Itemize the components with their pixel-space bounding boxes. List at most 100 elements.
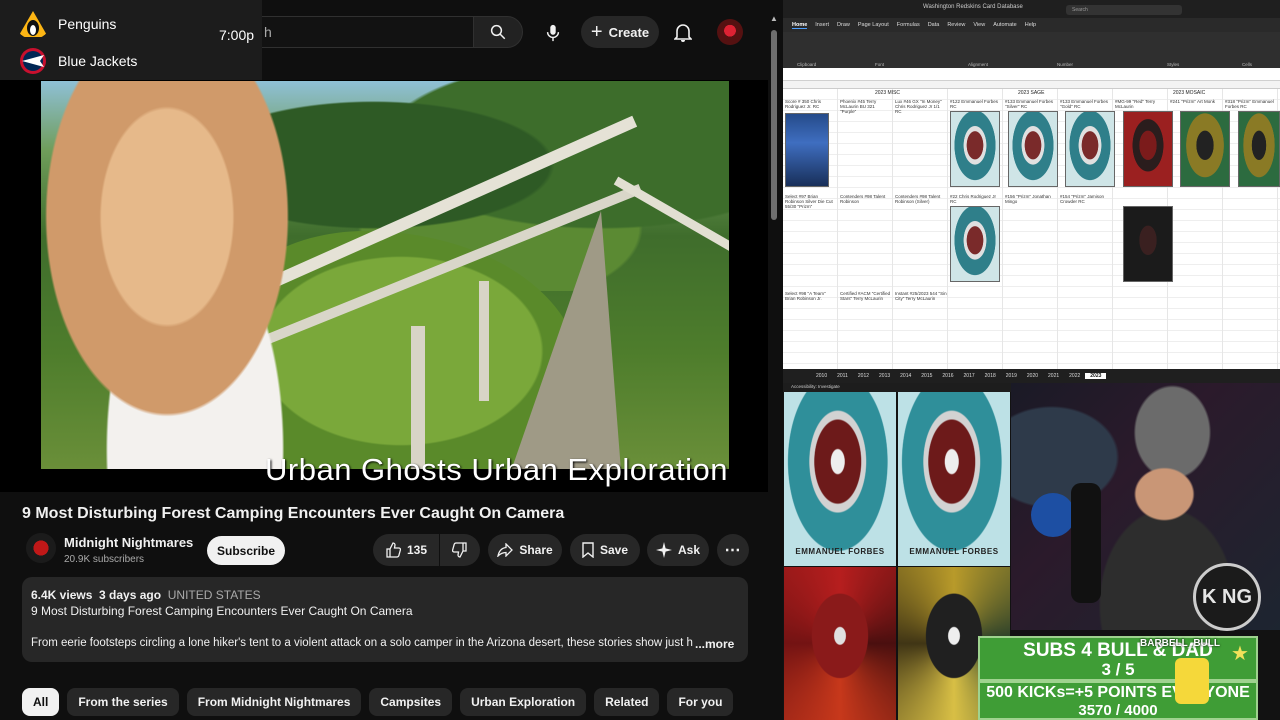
card-description-cell[interactable]: Contenders #98 Talent Robinson (Silver)	[895, 194, 947, 204]
search-input[interactable]: h	[255, 16, 473, 48]
account-avatar[interactable]	[717, 19, 743, 45]
card-description-cell[interactable]: Certified #ACM "Certified Stars" Terry M…	[840, 291, 892, 301]
sheet-tab[interactable]: 2023	[1085, 373, 1107, 379]
like-button[interactable]: 135	[373, 534, 439, 566]
stream-bar-label: Accessibility: Investigate	[791, 384, 840, 389]
card-description-cell[interactable]: #318 "Prizm" Emmanuel Forbes RC	[1225, 99, 1277, 109]
sheet-tab[interactable]: 2019	[1001, 373, 1022, 379]
sheet-tab[interactable]: 2011	[832, 373, 853, 379]
ask-label: Ask	[677, 543, 700, 557]
sheet-tabs: 2010 2011 2012 2013 2014 2015 2016 2017 2018 2019…	[783, 369, 1280, 383]
description-box[interactable]: 6.4K views 3 days ago UNITED STATES 9 Mo…	[22, 577, 748, 662]
ribbon-tab[interactable]: Insert	[815, 22, 829, 28]
card-image[interactable]	[950, 111, 1000, 187]
ribbon-tab[interactable]: Automate	[993, 22, 1017, 28]
sheet-tab[interactable]: 2010	[811, 373, 832, 379]
card-description-cell[interactable]: Contenders #98 Talent Robinson	[840, 194, 892, 204]
ribbon-tab[interactable]: Review	[947, 22, 965, 28]
bell-icon	[674, 24, 692, 42]
king-logo-icon: K NG	[1193, 563, 1261, 631]
stream-overlay: Accessibility: Investigate EMMANUEL FORB…	[783, 383, 1280, 720]
card-description-cell[interactable]: #133 Emmanuel Forbes "Gold" RC	[1060, 99, 1112, 109]
search-button[interactable]	[473, 16, 523, 48]
card-description-cell[interactable]: #241 "Prizm" Art Monk	[1170, 99, 1222, 104]
video-watermark: Urban Ghosts Urban Exploration	[265, 452, 729, 487]
search-icon	[490, 24, 506, 40]
card-description-cell[interactable]: #154 "Prizm" Jamison Crowder RC	[1060, 194, 1112, 204]
sheet-tab[interactable]: 2021	[1043, 373, 1064, 379]
ribbon-tab[interactable]: Formulas	[897, 22, 920, 28]
game-time: 7:00p	[219, 27, 255, 43]
card-image[interactable]	[1123, 111, 1173, 187]
card-image[interactable]	[1238, 111, 1280, 187]
card-image[interactable]	[1123, 206, 1173, 282]
card-description-cell[interactable]: Phoenix #45 Terry McLaurin BU 321 "Purpl…	[840, 99, 892, 114]
card-description-cell[interactable]: #156 "Prizm" Jonathan Mingo	[1005, 194, 1057, 204]
card-description-cell[interactable]: Lux #46 GX "In Money" Chris Rodriguez Jr…	[895, 99, 947, 114]
card-description-cell[interactable]: #133 Emmanuel Forbes "Silver" RC	[1005, 99, 1057, 109]
filter-chip[interactable]: From Midnight Nightmares	[186, 688, 362, 716]
ask-button[interactable]: Ask	[647, 534, 709, 566]
ribbon-tab[interactable]: Home	[792, 22, 808, 29]
sheet-tab[interactable]: 2015	[916, 373, 937, 379]
card-image[interactable]	[1180, 111, 1230, 187]
score-overlay: Penguins Blue Jackets 7:00p	[0, 0, 262, 80]
sheet-tab[interactable]: 2014	[895, 373, 916, 379]
card-image[interactable]	[1065, 111, 1115, 187]
share-label: Share	[519, 543, 553, 557]
formula-bar[interactable]	[783, 68, 1280, 81]
more-actions-button[interactable]: ⋯	[717, 534, 749, 566]
card-description-cell[interactable]: Select #98 "A Team" Brian Robinson Jr.	[785, 291, 837, 301]
card-description-cell[interactable]: #MG-99 "Red" Terry McLaurin	[1115, 99, 1167, 109]
card-description-cell[interactable]: #22 Chris Rodriguez Jr RC	[950, 194, 1002, 204]
share-button[interactable]: Share	[488, 534, 562, 566]
video-player[interactable]: Urban Ghosts Urban Exploration	[0, 80, 768, 492]
sheet-tab[interactable]: 2018	[980, 373, 1001, 379]
filter-chip[interactable]: From the series	[67, 688, 179, 716]
sheet-tab[interactable]: 2012	[853, 373, 874, 379]
ribbon-tab[interactable]: Data	[928, 22, 940, 28]
channel-avatar[interactable]	[26, 533, 56, 563]
filter-chip[interactable]: All	[22, 688, 60, 716]
sheet-tab[interactable]: 2017	[959, 373, 980, 379]
excel-search-input[interactable]: Search	[1066, 5, 1182, 15]
goal-count: 3 / 5	[1101, 660, 1135, 679]
subscribe-button[interactable]: Subscribe	[207, 536, 285, 565]
card-description-cell[interactable]: Select #97 Brian Robinson Silver Die Cut…	[785, 194, 837, 209]
desktop-screen: h + Create Penguins Blue Jackets 7:00p ▲…	[0, 0, 1280, 720]
showcase-card: EMMANUEL FORBES	[784, 392, 896, 566]
notifications-button[interactable]	[670, 18, 696, 46]
filter-chip[interactable]: Campsites	[369, 688, 453, 716]
card-image[interactable]	[785, 113, 829, 187]
section-header: 2023 SAGE	[1018, 90, 1045, 96]
ribbon-tab[interactable]: Draw	[837, 22, 850, 28]
filter-chip[interactable]: Urban Exploration	[460, 688, 587, 716]
channel-name[interactable]: Midnight Nightmares	[64, 535, 193, 550]
scroll-up-arrow-icon[interactable]: ▲	[770, 14, 778, 23]
page-scrollbar[interactable]	[771, 30, 777, 220]
dislike-button[interactable]	[440, 534, 480, 566]
card-description-cell[interactable]: Instant #25/2023 544 "Sin City" Terry Mc…	[895, 291, 947, 301]
sheet-tab[interactable]: 2022	[1064, 373, 1085, 379]
card-image[interactable]	[950, 206, 1000, 282]
sheet-tab[interactable]: 2013	[874, 373, 895, 379]
card-description-cell[interactable]: #122 Emmanuel Forbes RC	[950, 99, 1002, 109]
ribbon-tab[interactable]: Page Layout	[858, 22, 889, 28]
ribbon-tab[interactable]: View	[973, 22, 985, 28]
excel-titlebar: Washington Redskins Card Database Search	[783, 0, 1280, 18]
ribbon-tab[interactable]: Help	[1025, 22, 1036, 28]
team-row-penguins: Penguins	[16, 9, 116, 39]
voice-search-button[interactable]	[536, 16, 570, 50]
filter-chip[interactable]: For you	[667, 688, 734, 716]
card-image[interactable]	[1008, 111, 1058, 187]
card-description-cell[interactable]: Score # 350 Chris Rodriguez Jr. RC	[785, 99, 837, 109]
save-button[interactable]: Save	[570, 534, 640, 566]
description-more-link[interactable]: ...more	[695, 637, 734, 651]
sheet-tab[interactable]: 2016	[937, 373, 958, 379]
video-scene-post	[479, 281, 489, 401]
penguins-logo-icon	[18, 11, 48, 37]
filter-chip[interactable]: Related	[594, 688, 660, 716]
create-button[interactable]: + Create	[581, 16, 659, 48]
microphone	[1071, 483, 1101, 603]
sheet-tab[interactable]: 2020	[1022, 373, 1043, 379]
